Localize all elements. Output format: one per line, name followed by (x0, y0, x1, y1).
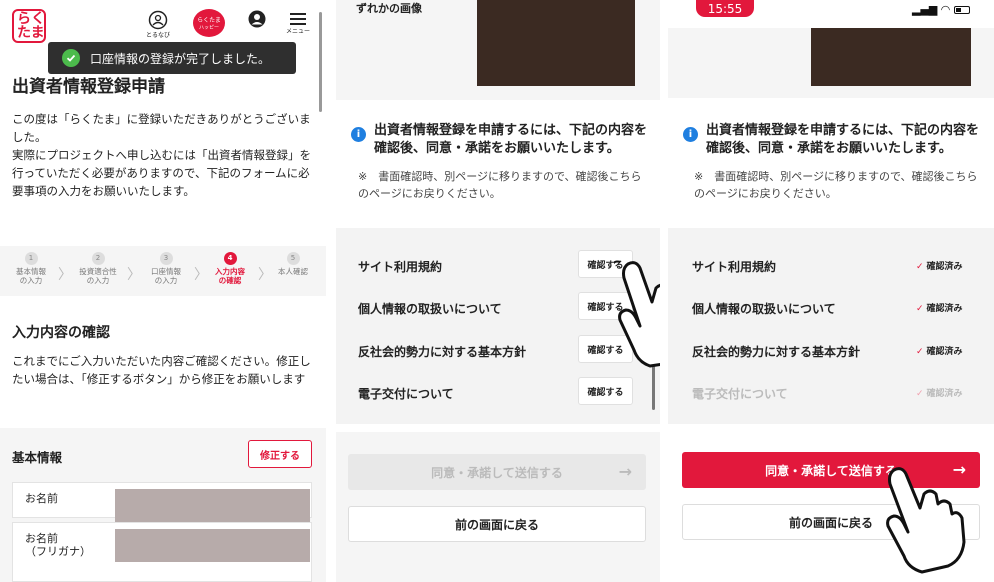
step-2: 2 投資適合性 の入力 (79, 252, 117, 285)
step-5: 5 本人確認 (278, 252, 308, 276)
consent-note: ※ 書面確認時、別ページに移りますので、確認後こちらのページにお戻りください。 (694, 170, 978, 200)
step-1: 1 基本情報 の入力 (16, 252, 46, 285)
user-icon (248, 10, 266, 28)
item-privacy: 個人情報の取扱いについて (692, 302, 836, 316)
back-button[interactable]: 前の画面に戻る (348, 506, 646, 542)
header-happy-button[interactable]: らくたま ハッピー (192, 8, 226, 38)
item-antisocial: 反社会的勢力に対する基本方針 (358, 345, 527, 359)
item-privacy: 個人情報の取扱いについて (358, 302, 502, 316)
item-electronic-delivery: 電子交付について (358, 387, 454, 401)
tap-hand-icon (614, 260, 660, 368)
redacted-value (115, 489, 310, 522)
status-indicators: ▂▄▆ ◠ (912, 3, 970, 16)
svg-text:ハッピー: ハッピー (199, 25, 219, 31)
item-site-terms: サイト利用規約 (358, 260, 443, 274)
check-icon: ✓ (916, 304, 924, 314)
check-icon: ✓ (916, 262, 924, 272)
group-icon (148, 10, 168, 30)
uploaded-document-image (811, 28, 971, 86)
check-circle-icon (62, 49, 80, 67)
agree-label: 同意・承諾して送信する (765, 463, 897, 478)
table-row: お名前 （フリガナ） (12, 522, 312, 582)
intro-text: この度は「らくたま」に登録いただきありがとうございました。 実際にプロジェクトへ… (12, 112, 311, 198)
row-label: お名前 （フリガナ） (25, 532, 91, 558)
screen-application-confirm: らく たま とるなび らくたま ハッピー メニュー 出資者情報登録申請 口座情報の… (0, 0, 326, 582)
agree-submit-button-disabled[interactable]: 同意・承諾して送信する → (348, 454, 646, 490)
step-3: 3 口座情報 の入力 (151, 252, 181, 285)
confirmed-badge: ✓ 確認済み (916, 347, 963, 357)
redacted-value (115, 529, 310, 562)
rakutama-logo[interactable]: らく たま (12, 9, 46, 43)
confirmed-badge: ✓ 確認済み (916, 304, 963, 314)
row-label: お名前 (25, 492, 58, 505)
confirm-button[interactable]: 確認する (578, 377, 633, 405)
success-toast: 口座情報の登録が完了しました。 (48, 42, 296, 74)
confirmed-badge: ✓ 確認済み (916, 262, 963, 272)
item-site-terms: サイト利用規約 (692, 260, 777, 274)
arrow-right-icon: → (618, 462, 632, 481)
confirm-text: これまでにご入力いただいた内容ご確認ください。修正したい場合は、「修正するボタン… (12, 354, 311, 386)
toast-message: 口座情報の登録が完了しました。 (90, 51, 271, 66)
scrollbar[interactable] (319, 12, 322, 112)
signal-icon: ▂▄▆ (912, 3, 938, 16)
uploaded-document-image (477, 0, 635, 86)
check-icon: ✓ (916, 389, 924, 399)
header-icon-label: とるなび (146, 32, 171, 39)
chevron-right-icon: 〉 (127, 267, 141, 283)
header-icon-label: メニュー (286, 28, 311, 35)
check-icon: ✓ (916, 347, 924, 357)
consent-info: 出資者情報登録を申請するには、下記の内容を確認後、同意・承諾をお願いいたします。 (706, 123, 980, 156)
agree-label: 同意・承諾して送信する (431, 465, 563, 480)
screen-consent-before: ずれかの画像 i 出資者情報登録を申請するには、下記の内容を確認後、同意・承諾を… (336, 0, 660, 582)
battery-icon (953, 6, 970, 14)
menu-icon (290, 13, 306, 25)
header-mypage-button[interactable] (248, 10, 266, 28)
header-menu-button[interactable]: メニュー (286, 10, 310, 35)
wifi-icon: ◠ (941, 3, 950, 16)
item-antisocial: 反社会的勢力に対する基本方針 (692, 345, 861, 359)
header-group-button[interactable]: とるなび (146, 10, 170, 39)
screen-consent-after: i 出資者情報登録を申請するには、下記の内容を確認後、同意・承諾をお願いいたしま… (668, 0, 994, 582)
consent-info: 出資者情報登録を申請するには、下記の内容を確認後、同意・承諾をお願いいたします。 (374, 123, 648, 156)
status-time: 15:55 (696, 0, 754, 17)
confirm-heading: 入力内容の確認 (12, 325, 110, 341)
chevron-right-icon: 〉 (58, 267, 72, 283)
info-icon: i (351, 127, 366, 142)
confirmed-badge: ✓ 確認済み (916, 389, 963, 399)
basic-info-heading: 基本情報 (12, 450, 63, 465)
svg-text:らくたま: らくたま (197, 17, 221, 24)
step-4: 4 入力内容 の確認 (215, 252, 245, 285)
progress-steps: 1 基本情報 の入力 〉 2 投資適合性 の入力 〉 3 口座情報 の入力 〉 4 入力… (0, 246, 326, 296)
image-label: ずれかの画像 (356, 2, 422, 15)
consent-note: ※ 書面確認時、別ページに移りますので、確認後こちらのページにお戻りください。 (358, 170, 642, 200)
info-icon: i (683, 127, 698, 142)
page-title: 出資者情報登録申請 (12, 77, 165, 97)
rakutama-happy-icon: らくたまハッピー (193, 9, 225, 37)
edit-button[interactable]: 修正する (248, 440, 312, 468)
table-row: お名前 (12, 482, 312, 522)
item-electronic-delivery: 電子交付について (692, 387, 788, 401)
tap-hand-icon (886, 467, 966, 574)
